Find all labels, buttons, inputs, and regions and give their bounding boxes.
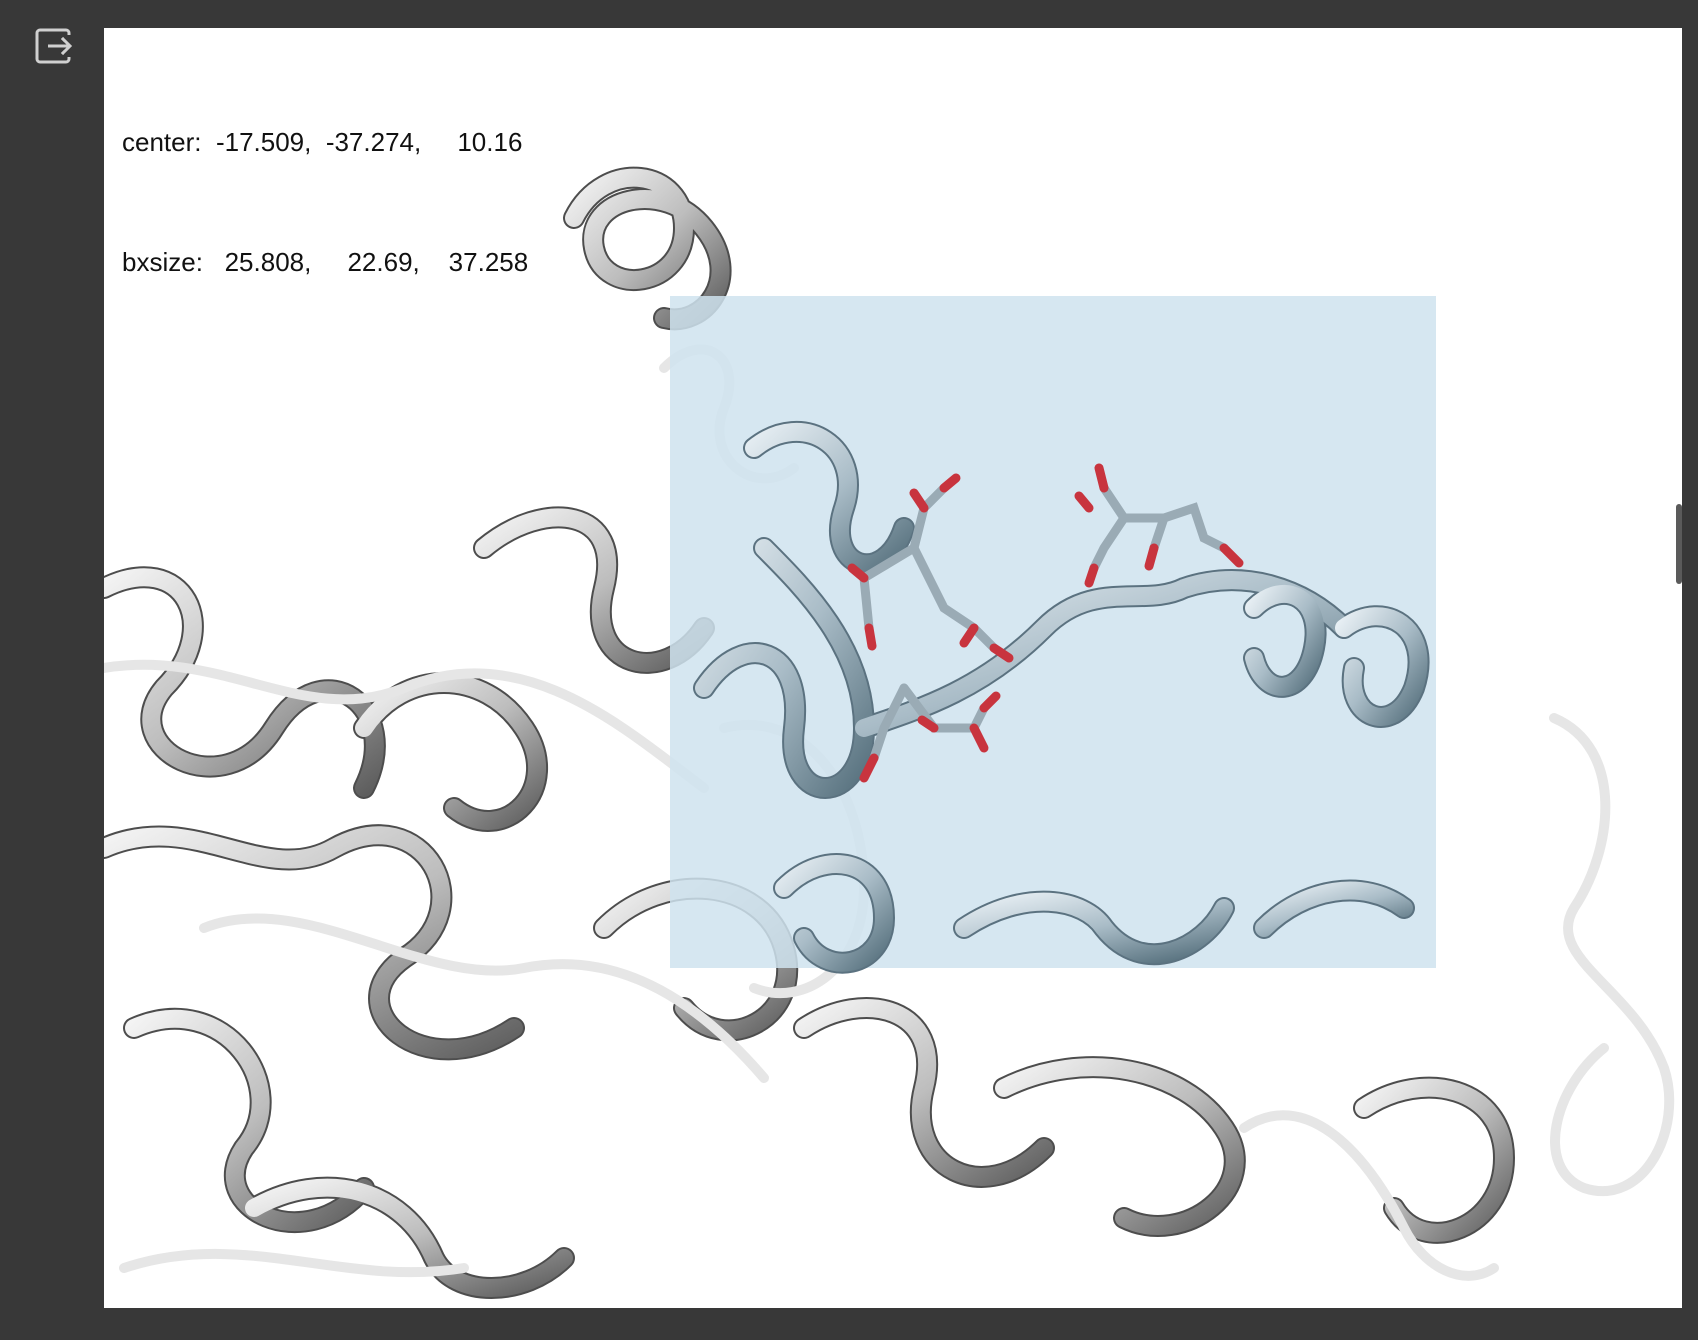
size-readout: bxsize: 25.808, 22.69, 37.258 xyxy=(122,242,528,282)
exit-to-app-icon xyxy=(35,28,73,64)
cell-output-gutter xyxy=(0,0,104,1340)
molecular-viewer-canvas[interactable]: center: -17.509, -37.274, 10.16 bxsize: … xyxy=(104,28,1682,1308)
size-x: 25.808, xyxy=(224,247,312,277)
grid-box-info: center: -17.509, -37.274, 10.16 bxsize: … xyxy=(122,42,528,362)
center-y: -37.274, xyxy=(325,127,422,157)
size-z: 37.258 xyxy=(448,247,529,277)
output-action-button[interactable] xyxy=(34,26,74,66)
resize-handle[interactable] xyxy=(1676,504,1682,584)
center-z: 10.16 xyxy=(457,127,523,157)
size-y: 22.69, xyxy=(347,247,420,277)
size-label: bxsize: xyxy=(122,247,203,277)
center-x: -17.509, xyxy=(215,127,312,157)
center-readout: center: -17.509, -37.274, 10.16 xyxy=(122,122,528,162)
center-label: center: xyxy=(122,127,202,157)
center-x-value xyxy=(202,127,216,157)
